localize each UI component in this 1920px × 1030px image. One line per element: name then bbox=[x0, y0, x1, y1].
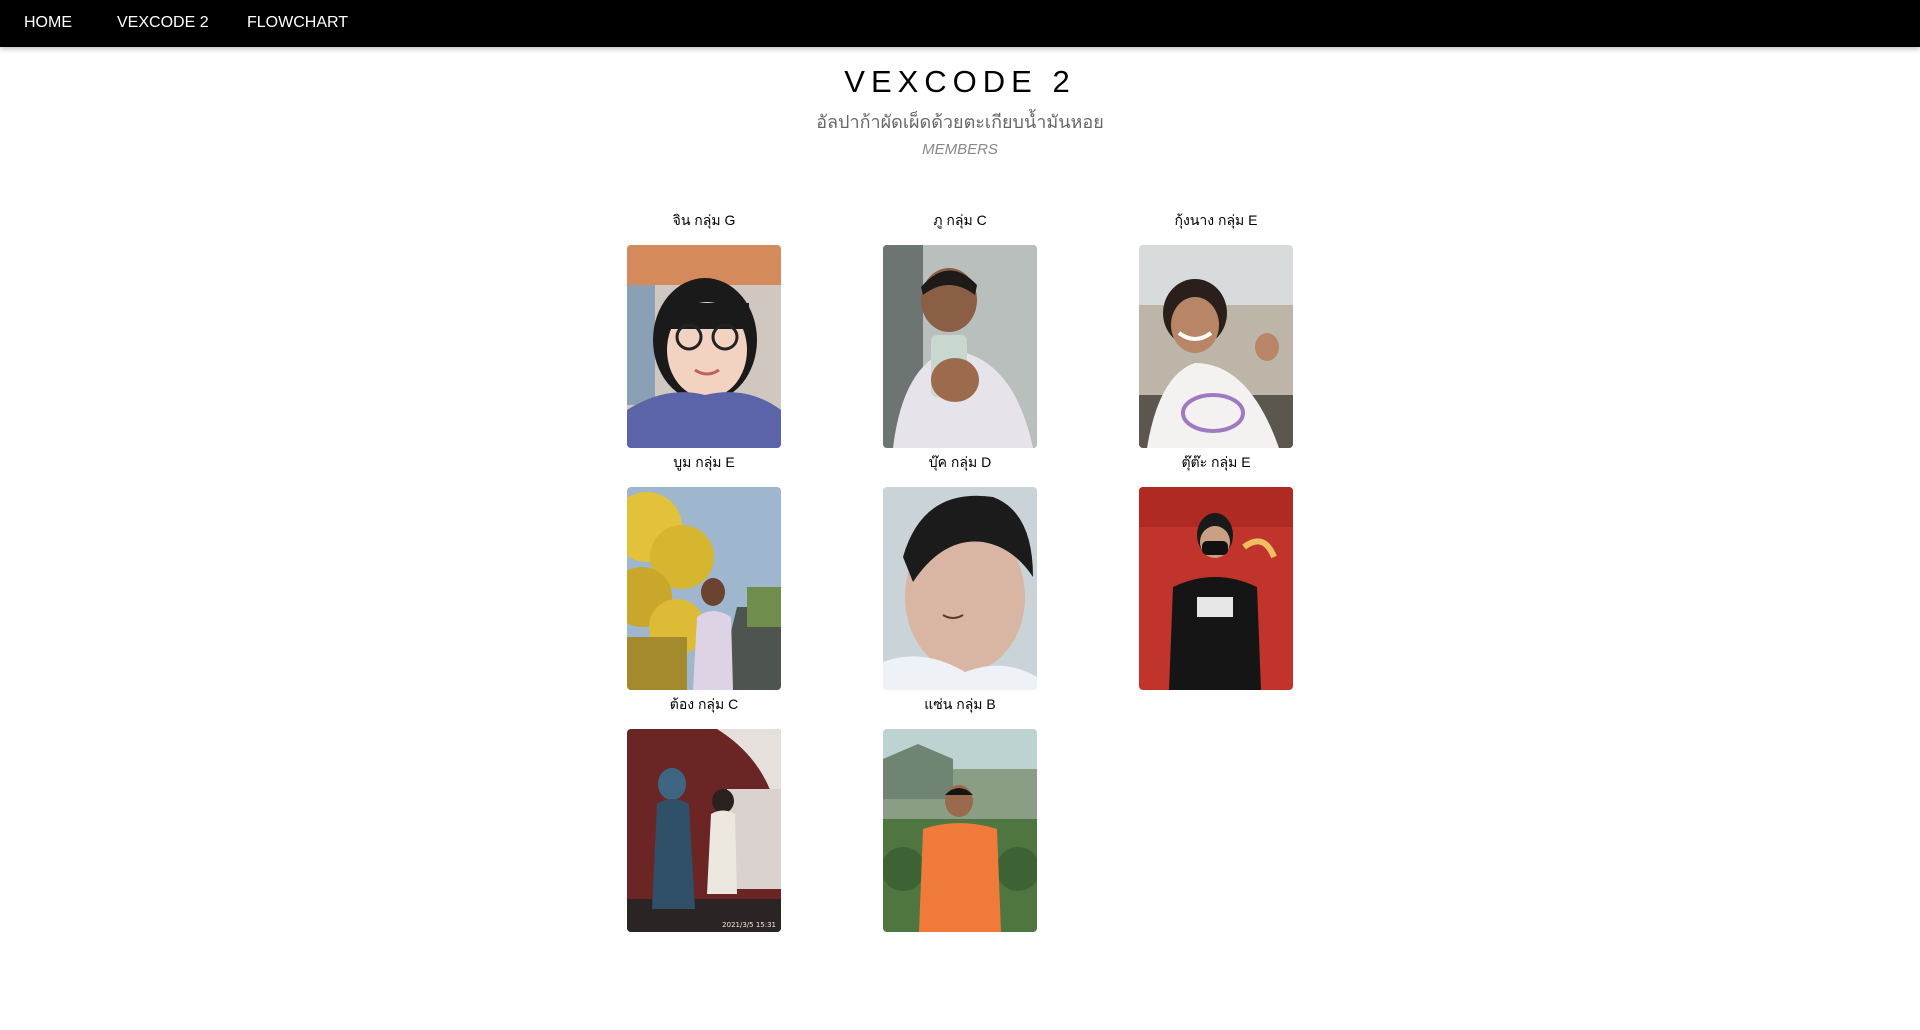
page-title: VEXCODE 2 bbox=[844, 64, 1076, 99]
nav-vexcode-link[interactable]: VEXCODE 2 bbox=[117, 14, 209, 32]
member-name: บุ๊ค กลุ่ม D bbox=[928, 454, 992, 470]
member-name: จิน กลุ่ม G bbox=[672, 212, 736, 228]
member-name: ตุ๊ต๊ะ กลุ่ม E bbox=[1181, 454, 1251, 470]
member-photo-red-wall bbox=[1139, 487, 1293, 690]
member-name: แซ่น กลุ่ม B bbox=[924, 696, 996, 712]
nav-home-link[interactable]: HOME bbox=[24, 14, 72, 32]
member-photo-closeup bbox=[883, 487, 1037, 690]
member-photo-monster-statue: 2021/3/5 15:31 bbox=[627, 729, 781, 932]
members-section-label: MEMBERS bbox=[922, 141, 998, 158]
member-photo-beach-girl bbox=[1139, 245, 1293, 448]
member-photo-glasses-girl bbox=[627, 245, 781, 448]
member-name: กุ้งนาง กลุ่ม E bbox=[1174, 212, 1258, 228]
member-photo-mirror-selfie bbox=[883, 245, 1037, 448]
member-name: บูม กลุ่ม E bbox=[673, 454, 735, 470]
member-photo-orange-shirt bbox=[883, 729, 1037, 932]
top-navbar: HOME VEXCODE 2 FLOWCHART bbox=[0, 0, 1920, 47]
page-subtitle: อัลปาก้าผัดเผ็ดด้วยตะเกียบน้ำมันหอย bbox=[816, 112, 1104, 132]
member-name: ภู กลุ่ม C bbox=[933, 212, 987, 228]
nav-flowchart-link[interactable]: FLOWCHART bbox=[247, 14, 348, 32]
photo-timestamp: 2021/3/5 15:31 bbox=[722, 921, 776, 929]
member-name: ต้อง กลุ่ม C bbox=[669, 696, 739, 712]
member-photo-yellow-trees bbox=[627, 487, 781, 690]
